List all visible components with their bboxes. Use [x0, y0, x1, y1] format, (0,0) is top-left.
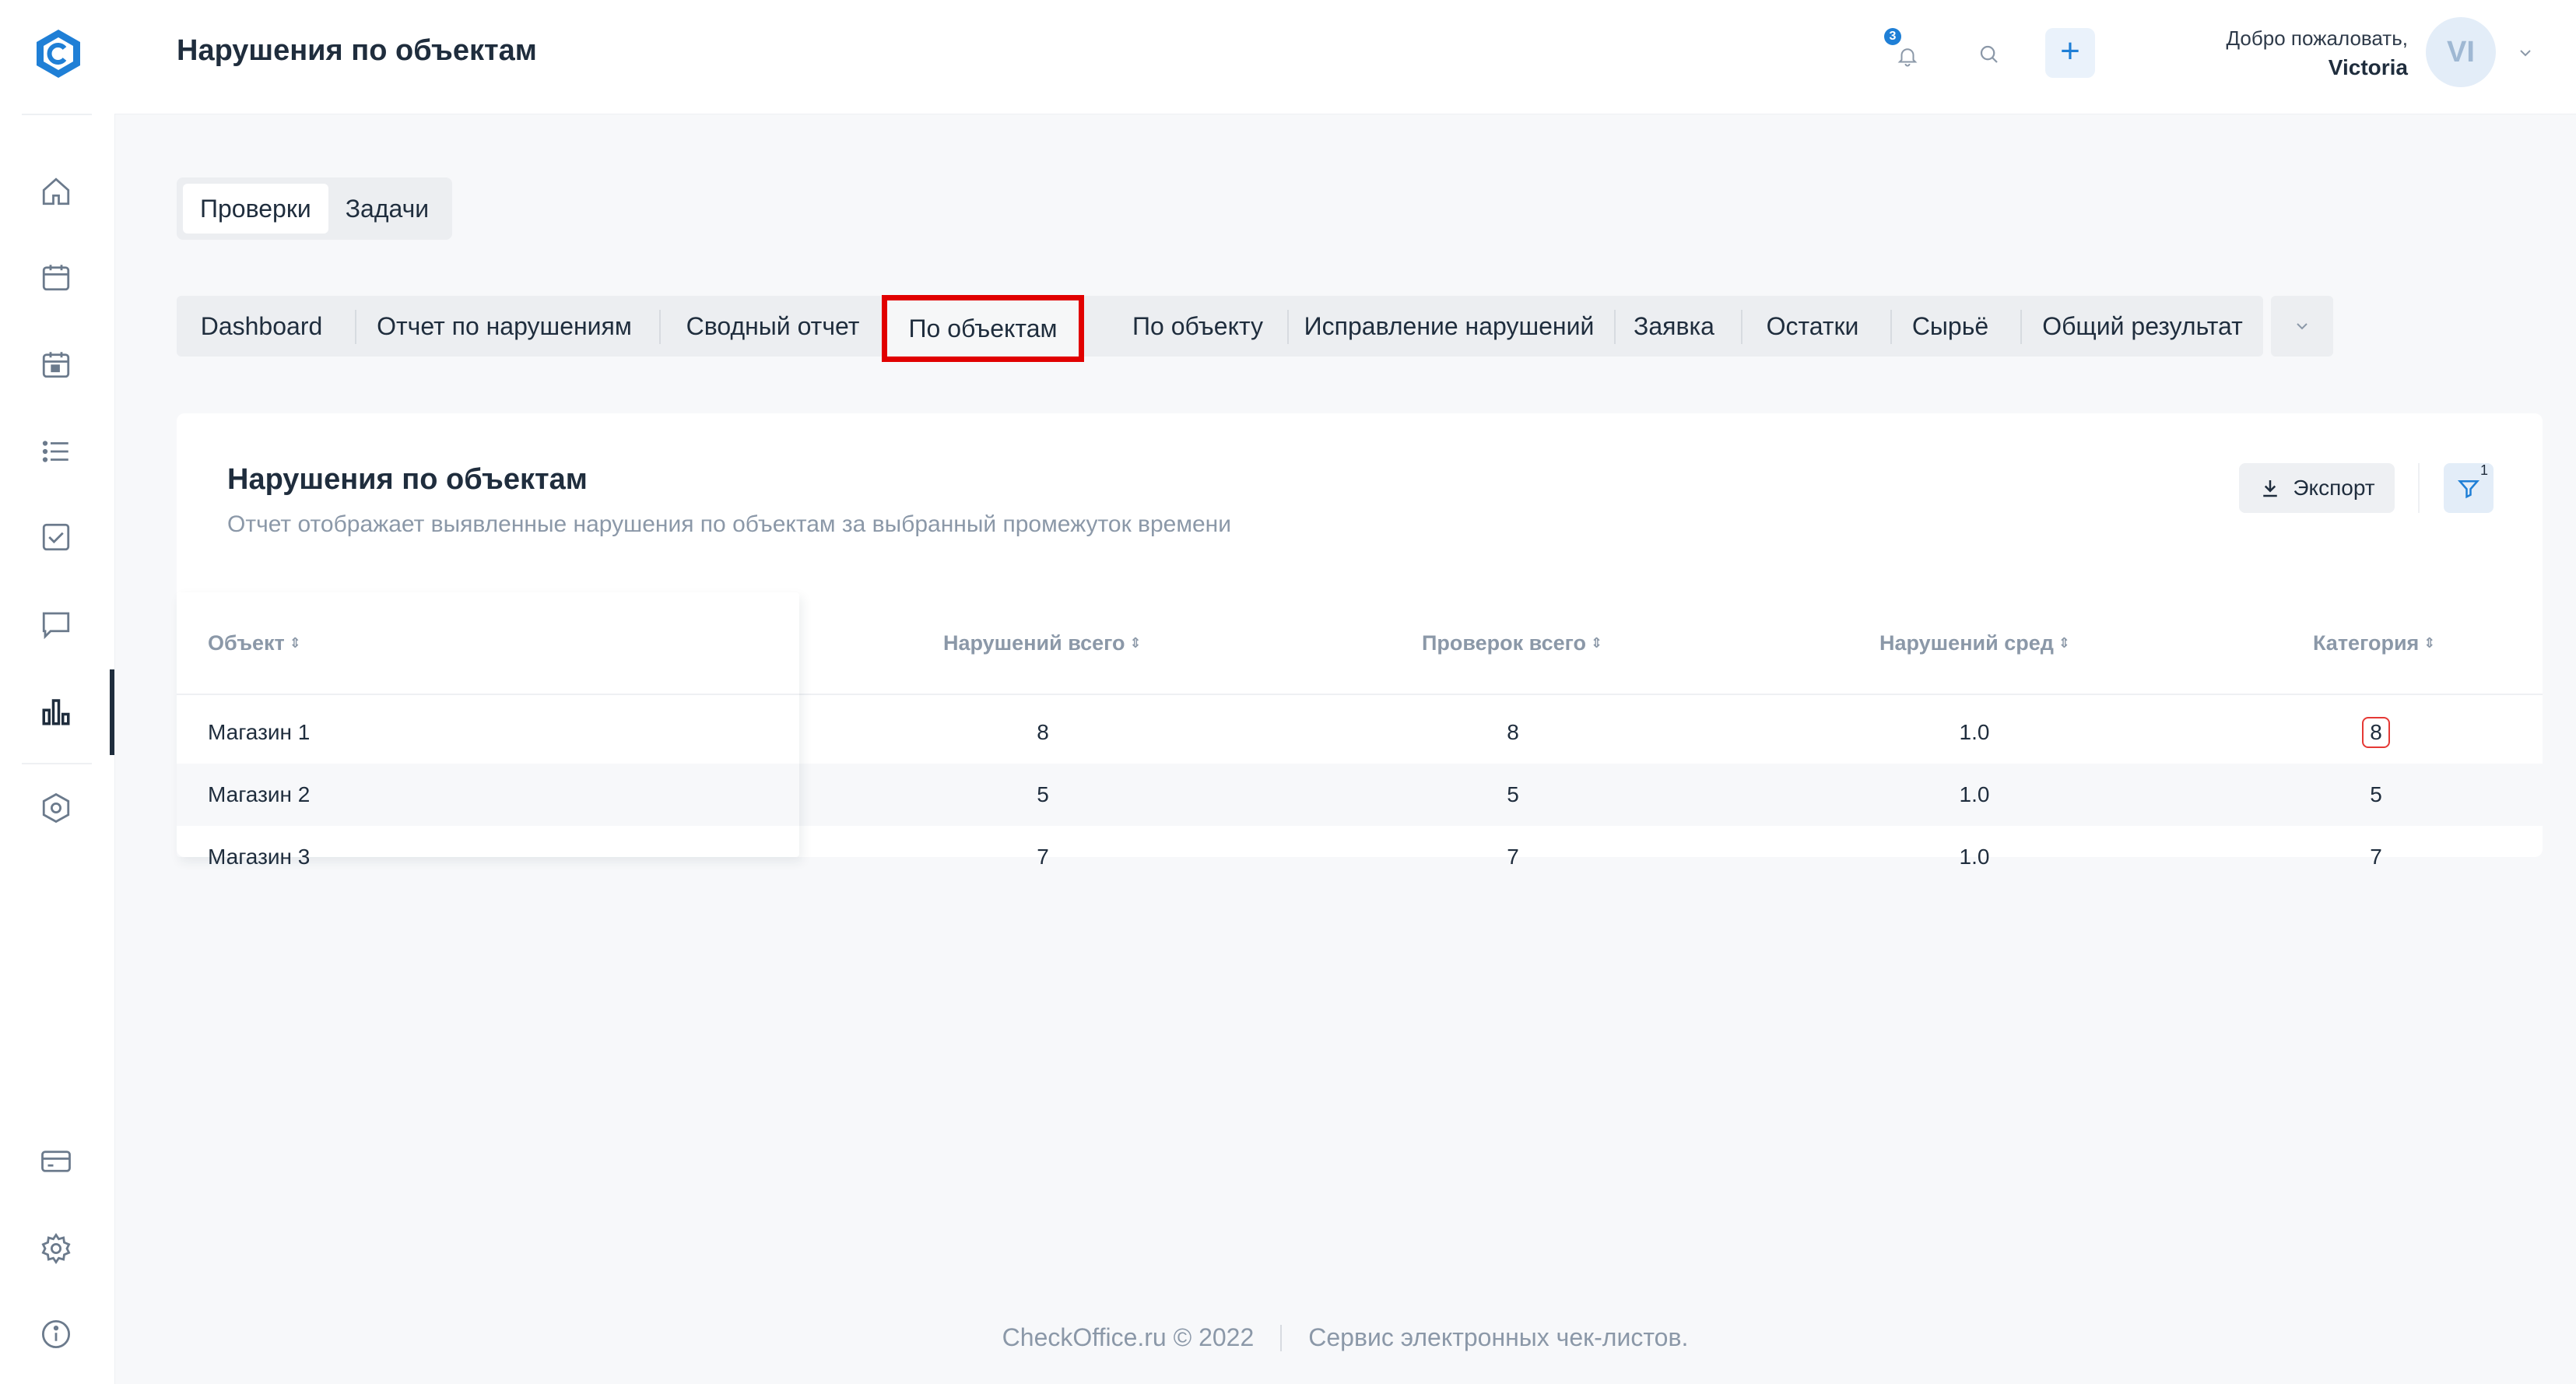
report-subtitle: Отчет отображает выявленные нарушения по… — [227, 511, 1231, 537]
avatar[interactable]: VI — [2426, 17, 2496, 87]
report-tab-fix-violations[interactable]: Исправление нарушений — [1289, 296, 1609, 357]
chevron-down-icon[interactable] — [2510, 37, 2541, 68]
user-name: Victoria — [2328, 55, 2408, 79]
sort-icon: ⇕ — [2058, 634, 2070, 651]
sort-icon: ⇕ — [289, 634, 301, 651]
sidebar-active-indicator — [110, 669, 114, 755]
cell-violations-avg: 1.0 — [1959, 782, 1990, 806]
report-tab-by-objects[interactable]: По объектам — [882, 295, 1084, 362]
cell-violations-total: 8 — [1037, 720, 1049, 744]
checkoffice-logo-icon[interactable] — [34, 28, 82, 79]
report-tab-total-result[interactable]: Общий результат — [2022, 296, 2263, 357]
top-header: Нарушения по объектам — [114, 0, 2576, 114]
footer-copyright: CheckOffice.ru © 2022 — [1002, 1323, 1255, 1351]
gear-icon[interactable] — [37, 1230, 75, 1267]
welcome-text: Добро пожаловать, — [2226, 26, 2408, 50]
column-header-category[interactable]: Категория ⇕ — [2313, 592, 2435, 694]
cell-object: Магазин 3 — [208, 845, 311, 869]
more-tabs-button[interactable] — [2271, 296, 2333, 357]
add-button[interactable]: + — [2045, 28, 2095, 78]
toolbar-divider — [2418, 463, 2420, 513]
welcome-block: Добро пожаловать, Victoria — [2226, 26, 2408, 80]
cell-category: 8 — [2298, 701, 2454, 764]
cell-violations-total: 7 — [1037, 845, 1049, 869]
table-header: Объект ⇕ Нарушений всего ⇕ Проверок всего ⇕… — [177, 592, 2543, 695]
list-icon[interactable] — [37, 433, 75, 470]
cell-category: 5 — [2370, 782, 2382, 806]
export-label: Экспорт — [2293, 476, 2375, 500]
app-root: Нарушения по объектам 3 + Добро пожалова… — [0, 0, 2576, 1384]
column-header-object[interactable]: Объект ⇕ — [208, 592, 301, 694]
cell-checks-total: 7 — [1507, 845, 1519, 869]
report-tab-violations[interactable]: Отчет по нарушениям — [356, 296, 653, 357]
chevron-down-icon — [2297, 323, 2308, 330]
report-tabs: Dashboard Отчет по нарушениям Сводный от… — [177, 295, 2263, 362]
column-header-violations-avg[interactable]: Нарушений сред ⇕ — [1879, 592, 2070, 694]
tab-tasks[interactable]: Задачи — [328, 184, 446, 234]
report-tab-summary[interactable]: Сводный отчет — [661, 296, 885, 357]
tab-checks[interactable]: Проверки — [183, 184, 328, 234]
hexagon-settings-icon[interactable] — [37, 789, 75, 827]
table-row[interactable]: Магазин 2 5 5 1.0 5 — [177, 764, 2543, 826]
calendar-icon[interactable] — [37, 258, 75, 296]
cell-object: Магазин 1 — [208, 720, 311, 744]
search-icon[interactable] — [1967, 33, 2011, 76]
cell-checks-total: 5 — [1507, 782, 1519, 806]
table-row[interactable]: Магазин 3 7 7 1.0 7 — [177, 826, 2543, 888]
notifications-badge: 3 — [1884, 28, 1901, 45]
footer-separator — [1280, 1324, 1283, 1351]
table-row[interactable]: Магазин 1 8 8 1.0 8 — [177, 701, 2543, 764]
top-tabs: Проверки Задачи — [177, 177, 453, 240]
credit-card-icon[interactable] — [37, 1143, 75, 1180]
calendar-day-icon[interactable] — [37, 346, 75, 383]
report-tab-dashboard[interactable]: Dashboard — [177, 296, 346, 357]
cell-violations-avg: 1.0 — [1959, 720, 1990, 744]
sidebar-divider — [22, 114, 92, 115]
report-title: Нарушения по объектам — [227, 463, 588, 496]
download-icon — [2263, 480, 2278, 497]
filter-icon — [2457, 480, 2480, 499]
column-header-violations-total[interactable]: Нарушений всего ⇕ — [943, 592, 1142, 694]
category-badge: 8 — [2362, 717, 2390, 748]
sort-icon: ⇕ — [1129, 634, 1142, 651]
report-tab-stock[interactable]: Остатки — [1742, 296, 1883, 357]
sort-icon: ⇕ — [2423, 634, 2436, 651]
report-tab-request[interactable]: Заявка — [1616, 296, 1732, 357]
sort-icon: ⇕ — [1591, 634, 1603, 651]
cell-category: 7 — [2370, 845, 2382, 869]
sidebar-divider — [22, 763, 92, 764]
report-tab-by-object[interactable]: По объекту — [1084, 296, 1311, 357]
cell-violations-total: 5 — [1037, 782, 1049, 806]
column-header-checks-total[interactable]: Проверок всего ⇕ — [1422, 592, 1602, 694]
sidebar — [0, 0, 115, 1384]
footer: CheckOffice.ru © 2022 Сервис электронных… — [114, 1323, 2576, 1352]
cell-checks-total: 8 — [1507, 720, 1519, 744]
page-title: Нарушения по объектам — [177, 34, 537, 67]
filter-count: 1 — [2480, 462, 2489, 478]
report-tab-raw[interactable]: Сырьё — [1892, 296, 2009, 357]
report-card: Нарушения по объектам Отчет отображает в… — [177, 413, 2543, 869]
info-icon[interactable] — [37, 1316, 75, 1353]
cell-object: Магазин 2 — [208, 782, 311, 806]
home-icon[interactable] — [37, 173, 75, 210]
cell-violations-avg: 1.0 — [1959, 845, 1990, 869]
chat-icon[interactable] — [37, 606, 75, 643]
export-button[interactable]: Экспорт — [2239, 463, 2395, 513]
checkbox-icon[interactable] — [37, 518, 75, 556]
footer-tagline: Сервис электронных чек-листов. — [1308, 1323, 1689, 1351]
bar-chart-icon[interactable] — [37, 693, 75, 730]
